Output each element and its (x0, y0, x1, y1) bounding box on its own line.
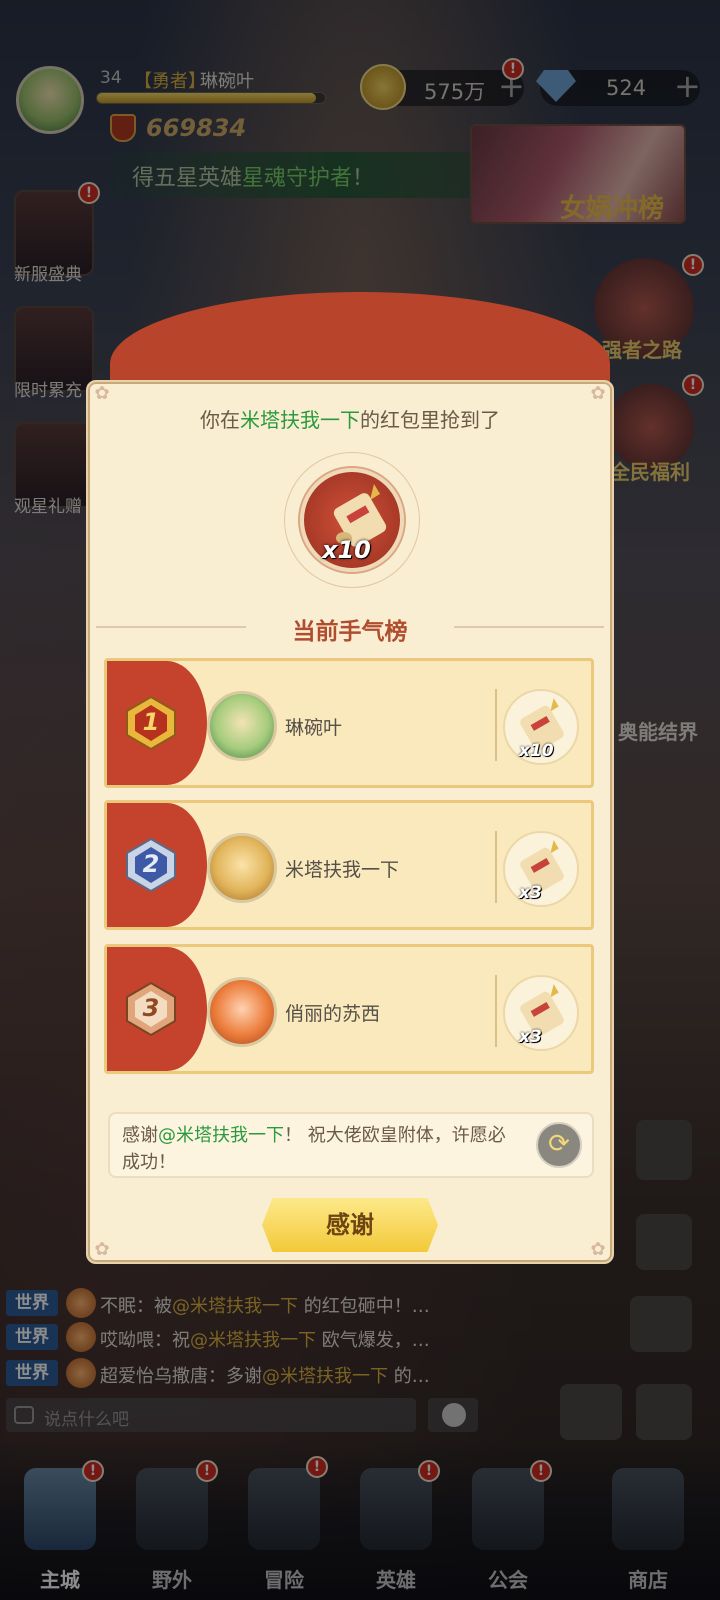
gold-medal-icon: 1 (125, 695, 177, 751)
rank-separator (495, 831, 497, 903)
ranking-row: 1 琳碗叶 x10 (104, 658, 594, 788)
header-prefix: 你在 (200, 408, 240, 432)
thanks-message-box[interactable]: 感谢@米塔扶我一下！ 祝大佬欧皇附体，许愿必成功！ (108, 1112, 594, 1178)
rank-reward-count: x10 (519, 741, 554, 761)
rank-separator (495, 975, 497, 1047)
rank-number: 3 (142, 994, 160, 1022)
header-suffix: 的红包里抢到了 (360, 408, 500, 432)
rank-reward-count: x3 (519, 883, 542, 903)
rank-number: 1 (142, 708, 160, 736)
ranking-row: 3 俏丽的苏西 x3 (104, 944, 594, 1074)
rank-number: 2 (142, 850, 160, 878)
corner-ornament-icon: ✿ (590, 1239, 606, 1260)
header-sender: 米塔扶我一下 (240, 408, 360, 432)
silver-medal-icon: 2 (125, 837, 177, 893)
luck-ranking-title: 当前手气榜 (292, 619, 408, 645)
rank-player-name: 俏丽的苏西 (285, 1003, 381, 1025)
wish-prefix: 感谢 (122, 1125, 158, 1146)
corner-ornament-icon: ✿ (94, 1239, 110, 1260)
rank-player-name: 琳碗叶 (285, 717, 343, 739)
wish-mention: @米塔扶我一下 (158, 1125, 284, 1146)
rank-avatar[interactable] (207, 977, 277, 1047)
ranking-row: 2 米塔扶我一下 x3 (104, 800, 594, 930)
bronze-medal-icon: 3 (125, 981, 177, 1037)
corner-ornament-icon: ✿ (590, 383, 606, 404)
rank-player-name: 米塔扶我一下 (285, 859, 400, 881)
rank-reward-count: x3 (519, 1027, 542, 1047)
modal-header: 你在米塔扶我一下的红包里抢到了 (86, 404, 614, 433)
rank-avatar[interactable] (207, 691, 277, 761)
rank-separator (495, 689, 497, 761)
corner-ornament-icon: ✿ (94, 383, 110, 404)
refresh-icon[interactable]: ⟳ (536, 1122, 582, 1168)
rank-avatar[interactable] (207, 833, 277, 903)
reward-count: x10 (322, 536, 371, 564)
thanks-button[interactable]: 感谢 (262, 1198, 438, 1252)
